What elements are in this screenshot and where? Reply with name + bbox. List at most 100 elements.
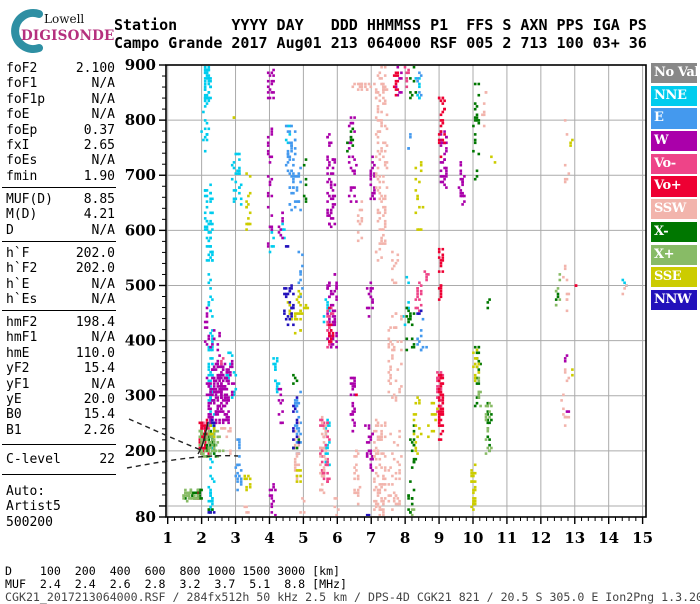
legend-item-vop: Vo+	[651, 176, 697, 196]
distance-row: D 100 200 400 600 800 1000 1500 3000 [km…	[5, 564, 340, 578]
x-tick-label: 11	[496, 529, 517, 547]
echo-cluster-e	[407, 133, 411, 150]
x-tick-label: 9	[434, 529, 444, 547]
echo-cluster-xp	[182, 489, 199, 503]
y-tick-label: 700	[125, 166, 156, 184]
plot-frame	[166, 65, 646, 517]
echo-cluster-ssw	[562, 265, 570, 312]
echo-cluster-vom	[424, 270, 430, 281]
echo-cluster-ssw	[244, 506, 250, 514]
echo-cluster-ssw	[388, 430, 403, 511]
echo-cluster-xm	[487, 298, 491, 309]
ionogram-plot: 1234567891011121314159008007006005004003…	[0, 0, 700, 600]
legend-item-sse: SSE	[651, 267, 697, 287]
legend-item-noval: No Val	[651, 63, 697, 83]
echo-cluster-ssw	[391, 251, 399, 284]
echo-cluster-ssw	[481, 91, 487, 127]
x-tick-label: 5	[298, 529, 308, 547]
echo-cluster-w	[267, 63, 275, 99]
echo-cluster-ssw	[352, 83, 389, 91]
echo-cluster-sse	[296, 469, 302, 483]
x-tick-label: 6	[332, 529, 342, 547]
y-tick-label: 400	[125, 332, 156, 350]
echo-cluster-sse	[415, 161, 425, 231]
doppler-direction-legend: No ValNNEEWVo-Vo+SSWX-X+SSENNW	[651, 63, 698, 313]
x-tick-label: 14	[598, 529, 619, 547]
echo-cluster-nnw	[285, 245, 289, 248]
echo-cluster-w	[326, 133, 336, 228]
echo-cluster-vom	[415, 282, 423, 313]
echo-cluster-sse	[569, 139, 573, 147]
echo-cluster-xm	[407, 424, 417, 513]
echo-cluster-ssw	[357, 200, 363, 242]
echo-cluster-nne	[208, 273, 214, 318]
echo-cluster-nne	[208, 486, 214, 519]
echo-cluster-xm	[292, 374, 298, 385]
echo-cluster-sse	[245, 172, 251, 231]
echo-cluster-nnw	[366, 514, 370, 517]
legend-item-e: E	[651, 108, 697, 128]
echo-cluster-ssw	[334, 497, 340, 516]
echo-cluster-ssw	[373, 419, 386, 517]
echo-cluster-vop	[355, 394, 358, 397]
echo-cluster-ssw	[299, 497, 305, 514]
x-tick-label: 1	[162, 529, 172, 547]
file-info-line: CGK21_2017213064000.RSF / 284fx512h 50 k…	[5, 590, 700, 604]
digisonde-ionogram-view: Lowell DIGISONDE Station YYYY DAY DDD HH…	[0, 0, 700, 600]
echo-cluster-sse	[244, 475, 252, 492]
echo-cluster-xm	[406, 307, 416, 352]
echo-cluster-nnw	[208, 511, 216, 514]
legend-item-nnw: NNW	[651, 290, 697, 310]
echo-cluster-nne	[231, 153, 243, 206]
echo-cluster-ssw	[560, 368, 570, 427]
legend-item-vom: Vo-	[651, 154, 697, 174]
x-tick-label: 3	[230, 529, 240, 547]
echo-cluster-xp	[555, 273, 561, 306]
echo-cluster-w	[370, 156, 376, 201]
echo-cluster-sse	[490, 156, 496, 164]
echo-cluster-e	[289, 167, 302, 212]
legend-item-xm: X-	[651, 222, 697, 242]
echo-cluster-sse	[571, 368, 574, 376]
echo-cluster-w	[564, 354, 568, 362]
x-axis-frequency: 123456789101112131415	[162, 517, 653, 547]
echo-cluster-sse	[427, 402, 439, 438]
echo-cluster-w	[458, 161, 466, 206]
echo-cluster-vop	[575, 284, 578, 287]
echo-cluster-w	[278, 212, 284, 240]
echo-cluster-w	[278, 388, 284, 424]
echo-cluster-vom	[404, 66, 410, 88]
echo-cluster-nne	[204, 184, 214, 231]
echo-cluster-nne	[206, 231, 214, 262]
x-tick-label: 10	[463, 529, 484, 547]
echo-cluster-xp	[217, 436, 225, 453]
legend-item-nne: NNE	[651, 86, 697, 106]
echo-cluster-xp	[485, 402, 493, 455]
gridlines	[166, 65, 646, 517]
y-axis-height: 90080070060050040030020080	[125, 56, 166, 526]
x-tick-label: 12	[530, 529, 551, 547]
y-tick-label: 300	[125, 387, 156, 405]
echo-cluster-e	[416, 318, 428, 351]
echo-cluster-e	[285, 125, 297, 178]
y-tick-label: 200	[125, 442, 156, 460]
legend-item-w: W	[651, 131, 697, 151]
echo-cluster-xm	[487, 402, 493, 452]
echo-cluster-sse	[233, 116, 236, 119]
y-tick-label: 500	[125, 276, 156, 294]
echo-cluster-nne	[272, 357, 280, 393]
echo-cluster-w	[204, 307, 212, 349]
x-tick-label: 15	[632, 529, 653, 547]
y-tick-label: 800	[125, 111, 156, 129]
y-tick-label: 600	[125, 221, 156, 239]
x-tick-label: 13	[564, 529, 585, 547]
muf-row: MUF 2.4 2.4 2.6 2.8 3.2 3.7 5.1 8.8 [MHz…	[5, 577, 347, 591]
echo-cluster-xm	[409, 63, 417, 99]
echo-cluster-w	[267, 128, 273, 248]
x-tick-label: 7	[366, 529, 376, 547]
echo-cluster-sse	[294, 290, 304, 335]
y-tick-label: 900	[125, 56, 156, 74]
echo-cluster-w	[364, 424, 374, 471]
x-tick-label: 8	[400, 529, 410, 547]
echo-cluster-w	[350, 377, 356, 433]
